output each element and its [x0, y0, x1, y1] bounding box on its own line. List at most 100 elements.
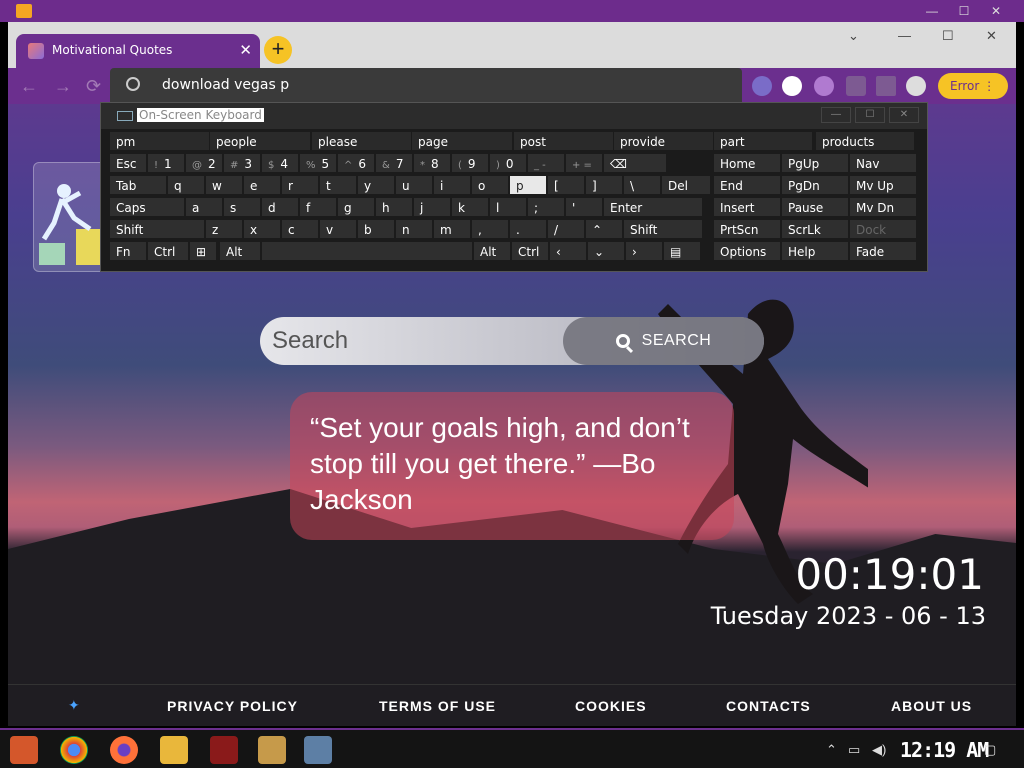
- footer-logo-icon[interactable]: ✦: [68, 697, 86, 713]
- osk-titlebar[interactable]: On-Screen Keyboard — ☐ ✕: [101, 103, 927, 129]
- network-app-icon[interactable]: [304, 736, 332, 764]
- osk-key[interactable]: ) 0: [489, 153, 527, 173]
- osk-key[interactable]: b: [357, 219, 395, 239]
- osk-key[interactable]: ! 1: [147, 153, 185, 173]
- osk-key[interactable]: /: [547, 219, 585, 239]
- quotes-extension-icon[interactable]: [814, 76, 834, 96]
- osk-key[interactable]: [: [547, 175, 585, 195]
- osk-key-p[interactable]: p: [509, 175, 547, 195]
- volume-icon[interactable]: ◀): [872, 742, 886, 758]
- firefox-icon[interactable]: [110, 736, 138, 764]
- osk-key[interactable]: u: [395, 175, 433, 195]
- osk-suggestion[interactable]: pm: [109, 131, 211, 151]
- osk-key-shift-right[interactable]: Shift: [623, 219, 703, 239]
- osk-key-caps[interactable]: Caps: [109, 197, 185, 217]
- osk-key-esc[interactable]: Esc: [109, 153, 147, 173]
- puzzle-icon[interactable]: [846, 76, 866, 96]
- osk-key-pause[interactable]: Pause: [781, 197, 849, 217]
- forward-icon[interactable]: →: [54, 76, 72, 97]
- osk-key-shift[interactable]: Shift: [109, 219, 205, 239]
- menu-icon[interactable]: ▤: [663, 241, 701, 261]
- osk-suggestion[interactable]: please: [311, 131, 413, 151]
- tab-close-icon[interactable]: ✕: [239, 41, 252, 59]
- osk-key-alt[interactable]: Alt: [219, 241, 261, 261]
- back-icon[interactable]: ←: [20, 76, 38, 97]
- osk-key[interactable]: & 7: [375, 153, 413, 173]
- osk-key[interactable]: #3: [223, 153, 261, 173]
- osk-key-ctrl[interactable]: Ctrl: [147, 241, 189, 261]
- osk-key[interactable]: ;: [527, 197, 565, 217]
- osk-key[interactable]: ]: [585, 175, 623, 195]
- osk-key[interactable]: _ -: [527, 153, 565, 173]
- browser-close-icon[interactable]: ✕: [986, 28, 997, 44]
- osk-key[interactable]: c: [281, 219, 319, 239]
- reload-icon[interactable]: ⟳: [86, 76, 101, 97]
- notification-icon[interactable]: ▢: [984, 742, 996, 758]
- osk-key-ctrl-right[interactable]: Ctrl: [511, 241, 549, 261]
- maximize-icon[interactable]: ☐: [948, 0, 980, 22]
- footer-link-terms[interactable]: TERMS OF USE: [379, 698, 496, 714]
- sidepanel-icon[interactable]: [876, 76, 896, 96]
- osk-key[interactable]: n: [395, 219, 433, 239]
- osk-close-icon[interactable]: ✕: [889, 107, 919, 123]
- osk-key-options[interactable]: Options: [713, 241, 781, 261]
- new-tab-button[interactable]: +: [264, 36, 292, 64]
- osk-key[interactable]: v: [319, 219, 357, 239]
- osk-key[interactable]: l: [489, 197, 527, 217]
- osk-key[interactable]: ': [565, 197, 603, 217]
- tray-expand-icon[interactable]: ⌃: [826, 742, 837, 758]
- osk-key[interactable]: m: [433, 219, 471, 239]
- osk-suggestion[interactable]: provide: [613, 131, 715, 151]
- profile-avatar[interactable]: [906, 76, 926, 96]
- osk-key-del[interactable]: Del: [661, 175, 711, 195]
- extension-icon[interactable]: [752, 76, 772, 96]
- osk-key-pgup[interactable]: PgUp: [781, 153, 849, 173]
- osk-key[interactable]: ^ 6: [337, 153, 375, 173]
- osk-maximize-icon[interactable]: ☐: [855, 107, 885, 123]
- footer-link-privacy[interactable]: PRIVACY POLICY: [167, 698, 298, 714]
- osk-key-fade[interactable]: Fade: [849, 241, 917, 261]
- osk-key-scrlk[interactable]: ScrLk: [781, 219, 849, 239]
- address-bar[interactable]: download vegas p: [110, 68, 742, 104]
- osk-key[interactable]: g: [337, 197, 375, 217]
- osk-key-prtscn[interactable]: PrtScn: [713, 219, 781, 239]
- osk-key[interactable]: @2: [185, 153, 223, 173]
- osk-key-end[interactable]: End: [713, 175, 781, 195]
- osk-key[interactable]: d: [261, 197, 299, 217]
- close-icon[interactable]: ✕: [980, 0, 1012, 22]
- opera-icon[interactable]: [210, 736, 238, 764]
- osk-key[interactable]: z: [205, 219, 243, 239]
- osk-key-dock[interactable]: Dock: [849, 219, 917, 239]
- osk-key-left[interactable]: ‹: [549, 241, 587, 261]
- osk-key[interactable]: .: [509, 219, 547, 239]
- taskbar-clock[interactable]: 12:19 AM: [900, 738, 989, 762]
- osk-key[interactable]: o: [471, 175, 509, 195]
- osk-key[interactable]: q: [167, 175, 205, 195]
- osk-key[interactable]: % 5: [299, 153, 337, 173]
- osk-key[interactable]: $4: [261, 153, 299, 173]
- osk-key-space[interactable]: [261, 241, 473, 261]
- osk-key-up[interactable]: ⌃: [585, 219, 623, 239]
- osk-key[interactable]: i: [433, 175, 471, 195]
- osk-suggestion[interactable]: post: [513, 131, 615, 151]
- start-button[interactable]: [10, 736, 38, 764]
- osk-key-fn[interactable]: Fn: [109, 241, 147, 261]
- osk-key-alt-right[interactable]: Alt: [473, 241, 511, 261]
- browser-maximize-icon[interactable]: ☐: [942, 28, 954, 44]
- osk-key-home[interactable]: Home: [713, 153, 781, 173]
- osk-key[interactable]: r: [281, 175, 319, 195]
- osk-minimize-icon[interactable]: —: [821, 107, 851, 123]
- chrome-icon[interactable]: [60, 736, 88, 764]
- osk-key[interactable]: t: [319, 175, 357, 195]
- s-extension-icon[interactable]: [782, 76, 802, 96]
- osk-key-tab[interactable]: Tab: [109, 175, 167, 195]
- osk-key-enter[interactable]: Enter: [603, 197, 703, 217]
- minimize-icon[interactable]: —: [916, 0, 948, 22]
- browser-minimize-icon[interactable]: —: [898, 28, 911, 43]
- osk-key[interactable]: + =: [565, 153, 603, 173]
- osk-key-right[interactable]: ›: [625, 241, 663, 261]
- tab-motivational-quotes[interactable]: Motivational Quotes ✕: [16, 34, 260, 68]
- file-explorer-icon[interactable]: [160, 736, 188, 764]
- osk-key-insert[interactable]: Insert: [713, 197, 781, 217]
- osk-key-mvdn[interactable]: Mv Dn: [849, 197, 917, 217]
